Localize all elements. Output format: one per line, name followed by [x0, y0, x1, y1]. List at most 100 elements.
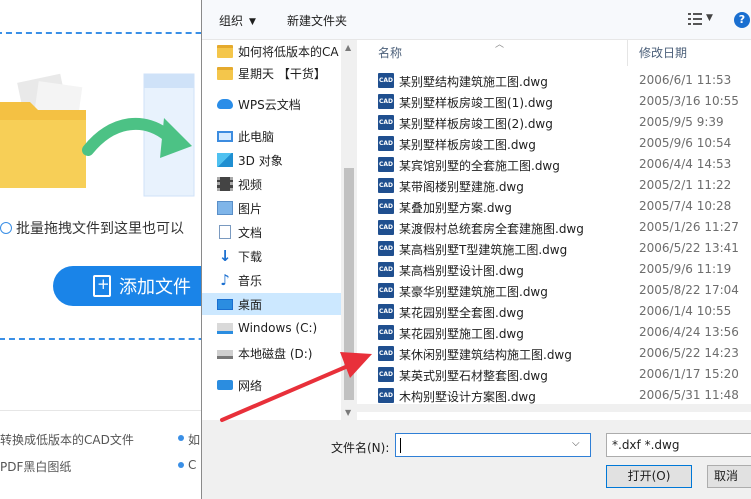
file-name: 某花园别墅施工图.dwg: [399, 327, 524, 341]
nav-item-3d-objects[interactable]: 3D 对象: [202, 149, 357, 171]
cad-file-icon: CAD: [378, 94, 394, 109]
disk-drive-icon: [217, 350, 233, 359]
filename-input[interactable]: [395, 433, 591, 457]
file-name: 某渡假村总统套房全套建施图.dwg: [399, 222, 584, 236]
cad-file-icon: CAD: [378, 304, 394, 319]
cloud-icon: [217, 99, 233, 109]
cancel-button[interactable]: 取消: [707, 465, 751, 488]
cad-file-icon: CAD: [378, 346, 394, 361]
nav-item-label: 如何将低版本的CA: [238, 44, 339, 59]
file-date: 2006/1/17 15:20: [639, 367, 739, 381]
column-separator[interactable]: [627, 40, 628, 66]
file-row[interactable]: CAD 某渡假村总统套房全套建施图.dwg 2005/1/26 11:27: [364, 217, 751, 238]
nav-item-drive-d[interactable]: 本地磁盘 (D:): [202, 342, 357, 364]
file-date: 2006/4/24 13:56: [639, 325, 739, 339]
nav-item-this-pc[interactable]: 此电脑: [202, 125, 357, 147]
nav-item-videos[interactable]: 视频: [202, 173, 357, 195]
file-row[interactable]: CAD 某花园别墅施工图.dwg 2006/4/24 13:56: [364, 322, 751, 343]
dialog-footer: 文件名(N): ⌵ *.dxf *.dwg 打开(O) 取消: [202, 420, 751, 499]
file-name: 木构别墅设计方案图.dwg: [399, 390, 536, 404]
file-name: 某带阁楼别墅建施.dwg: [399, 180, 524, 194]
file-row[interactable]: CAD 某英式别墅石材整套图.dwg 2006/1/17 15:20: [364, 364, 751, 385]
cad-file-icon: CAD: [378, 367, 394, 382]
nav-item-music[interactable]: ♪ 音乐: [202, 269, 357, 291]
file-name: 某高档别墅T型建筑施工图.dwg: [399, 243, 568, 257]
add-file-icon: [93, 275, 111, 297]
documents-icon: [219, 225, 231, 239]
nav-item-label: Windows (C:): [238, 321, 318, 335]
file-name: 某豪华别墅建筑施工图.dwg: [399, 285, 548, 299]
file-row[interactable]: CAD 某豪华别墅建筑施工图.dwg 2005/8/22 17:04: [364, 280, 751, 301]
new-folder-button[interactable]: 新建文件夹: [287, 12, 347, 29]
text-cursor: [400, 438, 401, 453]
file-row[interactable]: CAD 某叠加别墅方案.dwg 2005/7/4 10:28: [364, 196, 751, 217]
file-name: 某别墅结构建筑施工图.dwg: [399, 75, 548, 89]
divider: [0, 410, 201, 411]
file-row[interactable]: CAD 某休闲别墅建筑结构施工图.dwg 2006/5/22 14:23: [364, 343, 751, 364]
nav-item-label: 星期天 【干货】: [238, 66, 326, 81]
file-row[interactable]: CAD 某高档别墅设计图.dwg 2005/9/6 11:19: [364, 259, 751, 280]
nav-item-folder[interactable]: 星期天 【干货】: [202, 62, 357, 84]
add-file-button[interactable]: 添加文件: [53, 266, 201, 306]
cad-file-icon: CAD: [378, 178, 394, 193]
nav-item-label: 图片: [238, 201, 263, 216]
file-row[interactable]: CAD 某别墅样板房竣工图.dwg 2005/9/6 10:54: [364, 133, 751, 154]
nav-item-drive-c[interactable]: Windows (C:): [202, 317, 357, 339]
info-icon: [0, 222, 12, 234]
file-row[interactable]: CAD 某花园别墅全套图.dwg 2006/1/4 10:55: [364, 301, 751, 322]
file-date: 2006/6/1 11:53: [639, 73, 732, 87]
scroll-down-icon[interactable]: ▼: [345, 408, 351, 417]
video-icon: [217, 177, 233, 191]
feature-item: PDF黑白图纸: [0, 460, 72, 474]
file-row[interactable]: CAD 某别墅样板房竣工图(2).dwg 2005/9/5 9:39: [364, 112, 751, 133]
feature-item: 如: [188, 433, 201, 447]
nav-item-folder[interactable]: 如何将低版本的CA: [202, 40, 357, 62]
open-button[interactable]: 打开(O): [606, 465, 692, 488]
nav-item-label: 此电脑: [238, 129, 275, 144]
cad-file-icon: CAD: [378, 241, 394, 256]
view-dropdown-icon[interactable]: ▼: [706, 13, 713, 23]
file-row[interactable]: CAD 木构别墅设计方案图.dwg 2006/5/31 11:48: [364, 385, 751, 406]
filename-label: 文件名(N):: [331, 441, 390, 455]
filename-dropdown-icon[interactable]: ⌵: [572, 438, 580, 449]
nav-item-desktop[interactable]: 桌面: [202, 293, 341, 315]
nav-item-network[interactable]: 网络: [202, 374, 357, 396]
column-date-header[interactable]: 修改日期: [639, 44, 687, 61]
nav-item-label: 桌面: [238, 297, 263, 312]
file-row[interactable]: CAD 某别墅结构建筑施工图.dwg 2006/6/1 11:53: [364, 70, 751, 91]
filetype-select[interactable]: *.dxf *.dwg: [606, 433, 751, 457]
feature-item: C: [188, 458, 197, 472]
file-date: 2005/9/6 11:19: [639, 262, 732, 276]
nav-scrollbar[interactable]: ▲ ▼: [341, 40, 357, 420]
scrollbar-thumb[interactable]: [344, 168, 354, 400]
computer-icon: [217, 130, 233, 142]
file-date: 2006/5/31 11:48: [639, 388, 739, 402]
nav-item-documents[interactable]: 文档: [202, 221, 357, 243]
nav-item-downloads[interactable]: ↓ 下载: [202, 245, 357, 267]
help-icon[interactable]: ?: [734, 12, 750, 28]
file-row[interactable]: CAD 某高档别墅T型建筑施工图.dwg 2006/5/22 13:41: [364, 238, 751, 259]
nav-item-label: 音乐: [238, 273, 263, 288]
organize-button[interactable]: 组织 ▼: [219, 12, 256, 29]
file-row[interactable]: CAD 某宾馆别墅的全套施工图.dwg 2006/4/4 14:53: [364, 154, 751, 175]
file-name: 某高档别墅设计图.dwg: [399, 264, 524, 278]
music-icon: ♪: [220, 271, 230, 289]
desktop-icon: [217, 298, 233, 310]
file-date: 2005/3/16 10:55: [639, 94, 739, 108]
scroll-up-icon[interactable]: ▲: [345, 43, 351, 52]
column-name-header[interactable]: 名称: [378, 44, 402, 61]
file-name: 某别墅样板房竣工图(2).dwg: [399, 117, 553, 131]
file-row[interactable]: CAD 某带阁楼别墅建施.dwg 2005/2/1 11:22: [364, 175, 751, 196]
cad-file-icon: CAD: [378, 157, 394, 172]
nav-item-pictures[interactable]: 图片: [202, 197, 357, 219]
open-file-dialog: 组织 ▼ 新建文件夹 ▼ ? 如何将低版本的CA 星期天 【干货】 WPS云文档 …: [201, 0, 751, 499]
horizontal-scrollbar[interactable]: [357, 404, 751, 412]
view-options-icon[interactable]: [688, 13, 702, 25]
cad-file-icon: CAD: [378, 136, 394, 151]
file-name: 某休闲别墅建筑结构施工图.dwg: [399, 348, 572, 362]
file-row[interactable]: CAD 某别墅样板房竣工图(1).dwg 2005/3/16 10:55: [364, 91, 751, 112]
nav-item-label: WPS云文档: [238, 97, 301, 112]
file-date: 2005/9/5 9:39: [639, 115, 724, 129]
nav-item-wps-cloud[interactable]: WPS云文档: [202, 93, 357, 115]
cad-file-icon: CAD: [378, 199, 394, 214]
